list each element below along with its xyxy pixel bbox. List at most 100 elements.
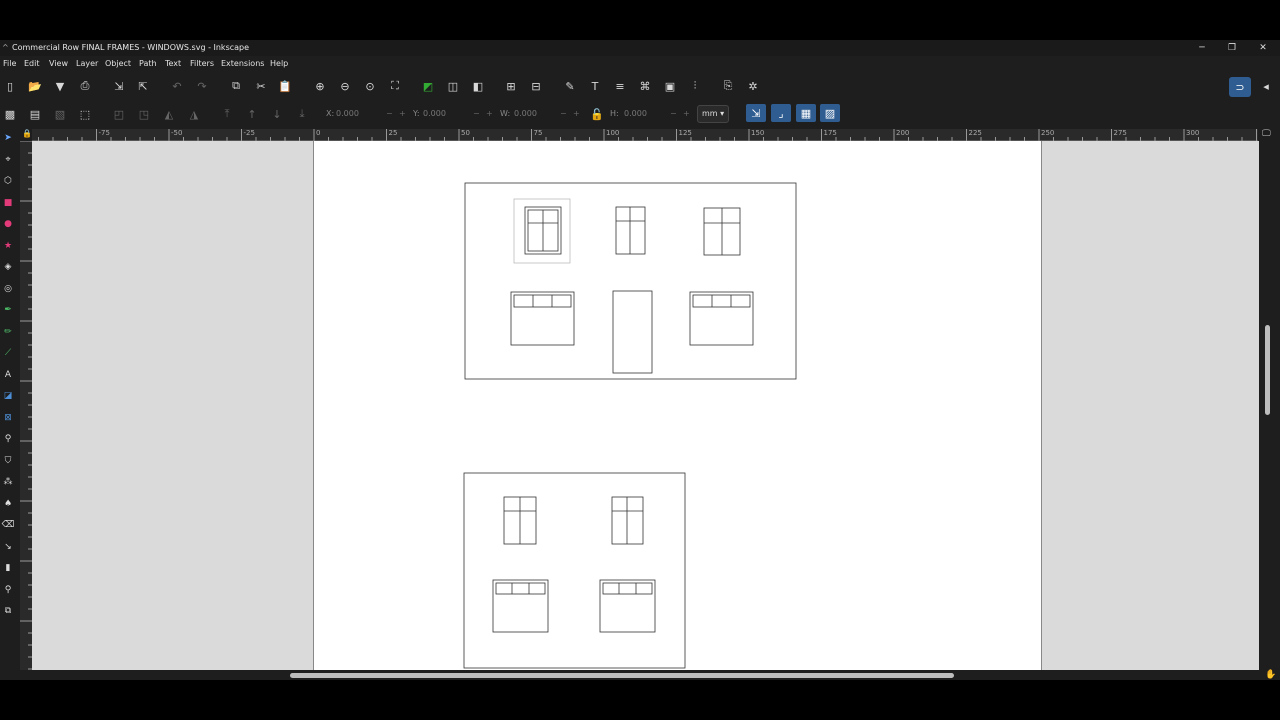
scale-stroke-icon[interactable]: ⇲ bbox=[746, 104, 766, 122]
h-field[interactable]: H: 0.000 − + bbox=[610, 105, 692, 122]
import-icon[interactable]: ⇲ bbox=[111, 78, 127, 94]
connector-tool-icon[interactable]: ↘ bbox=[1, 540, 15, 554]
menu-extensions[interactable]: Extensions bbox=[221, 56, 264, 71]
ungroup-icon[interactable]: ⊟ bbox=[528, 78, 544, 94]
lock-ratio-icon[interactable]: 🔓 bbox=[589, 106, 605, 122]
objects-icon[interactable]: ▣ bbox=[662, 78, 678, 94]
x-input[interactable]: 0.000 bbox=[336, 105, 384, 122]
menu-edit[interactable]: Edit bbox=[24, 56, 40, 71]
raise-icon[interactable]: ↑ bbox=[244, 106, 260, 122]
lower-to-bottom-icon[interactable]: ⤓ bbox=[294, 106, 310, 122]
zoom-tool-icon[interactable]: ⚲ bbox=[1, 583, 15, 597]
measure-tool-icon[interactable]: ▮ bbox=[1, 561, 15, 575]
window-large-2[interactable] bbox=[689, 291, 754, 346]
display-mode-icon[interactable]: 🖵 bbox=[1262, 129, 1271, 139]
maximize-button[interactable]: ❐ bbox=[1217, 40, 1247, 56]
vertical-scrollbar-thumb[interactable] bbox=[1265, 325, 1270, 415]
horizontal-ruler[interactable]: -75 -50 -25 0 25 50 75 100 125 150 175 200 225 250 275… bbox=[32, 129, 1258, 141]
minimize-button[interactable]: ─ bbox=[1187, 40, 1217, 56]
w-increment-button[interactable]: + bbox=[573, 105, 580, 122]
h-decrement-button[interactable]: − bbox=[670, 105, 677, 122]
layers-icon[interactable]: ≡ bbox=[612, 78, 628, 94]
zoom-page-icon[interactable]: ⊙ bbox=[362, 78, 378, 94]
redo-icon[interactable]: ↷ bbox=[194, 78, 210, 94]
building-frame-bottom[interactable] bbox=[463, 472, 686, 669]
eraser-tool-icon[interactable]: ⌫ bbox=[1, 518, 15, 532]
fill-stroke-icon[interactable]: ✎ bbox=[562, 78, 578, 94]
calligraphy-tool-icon[interactable]: ⟋ bbox=[1, 346, 15, 360]
y-input[interactable]: 0.000 bbox=[423, 105, 471, 122]
vertical-ruler[interactable] bbox=[20, 141, 32, 671]
w-decrement-button[interactable]: − bbox=[560, 105, 567, 122]
menu-help[interactable]: Help bbox=[270, 56, 288, 71]
new-document-icon[interactable]: ▯ bbox=[2, 78, 18, 94]
zoom-page-width-icon[interactable]: ⛶ bbox=[387, 78, 403, 94]
y-increment-button[interactable]: + bbox=[486, 105, 493, 122]
clone-icon[interactable]: ◫ bbox=[445, 78, 461, 94]
menu-layer[interactable]: Layer bbox=[76, 56, 98, 71]
menu-object[interactable]: Object bbox=[105, 56, 131, 71]
w-input[interactable]: 0.000 bbox=[514, 105, 562, 122]
window-large-1[interactable] bbox=[510, 291, 575, 346]
building-frame-top[interactable] bbox=[464, 182, 797, 380]
star-tool-icon[interactable]: ★ bbox=[1, 239, 15, 253]
selector-tool-icon[interactable]: ➤ bbox=[1, 131, 15, 145]
duplicate-icon[interactable]: ◩ bbox=[420, 78, 436, 94]
save-icon[interactable]: ▼ bbox=[52, 78, 68, 94]
scale-corners-icon[interactable]: ⌟ bbox=[771, 104, 791, 122]
w-field[interactable]: W: 0.000 − + bbox=[500, 105, 582, 122]
tweak-tool-icon[interactable]: ⬡ bbox=[1, 174, 15, 188]
window-large-4[interactable] bbox=[599, 579, 656, 633]
ellipse-tool-icon[interactable]: ● bbox=[1, 217, 15, 231]
pan-hand-icon[interactable]: ✋ bbox=[1265, 670, 1276, 680]
transform-patterns-icon[interactable]: ▨ bbox=[820, 104, 840, 122]
flip-vertical-icon[interactable]: ◮ bbox=[186, 106, 202, 122]
window-small-4[interactable] bbox=[503, 496, 537, 545]
canvas[interactable] bbox=[32, 141, 1259, 671]
select-all-layers-icon[interactable]: ▤ bbox=[27, 106, 43, 122]
unit-select[interactable]: mm ▾ bbox=[697, 105, 729, 123]
select-all-icon[interactable]: ▩ bbox=[2, 106, 18, 122]
window-small-2[interactable] bbox=[615, 206, 646, 255]
3d-box-tool-icon[interactable]: ◈ bbox=[1, 260, 15, 274]
document-properties-icon[interactable]: ⎘ bbox=[720, 78, 736, 94]
flip-horizontal-icon[interactable]: ◭ bbox=[161, 106, 177, 122]
x-increment-button[interactable]: + bbox=[399, 105, 406, 122]
pencil-tool-icon[interactable]: ✏ bbox=[1, 325, 15, 339]
toggle-transform-icon[interactable]: ⬚ bbox=[77, 106, 93, 122]
deselect-icon[interactable]: ▧ bbox=[52, 106, 68, 122]
print-icon[interactable]: ⎙ bbox=[77, 78, 93, 94]
zoom-selection-icon[interactable]: ⊕ bbox=[312, 78, 328, 94]
menu-view[interactable]: View bbox=[49, 56, 68, 71]
x-decrement-button[interactable]: − bbox=[386, 105, 393, 122]
drawing[interactable] bbox=[32, 141, 1259, 671]
align-distribute-icon[interactable]: ⫶ bbox=[687, 78, 703, 94]
rotate-cw-icon[interactable]: ◳ bbox=[136, 106, 152, 122]
text-tool-icon[interactable]: A bbox=[1, 368, 15, 382]
copy-icon[interactable]: ⧉ bbox=[228, 78, 244, 94]
menu-text[interactable]: Text bbox=[165, 56, 181, 71]
mesh-tool-icon[interactable]: ⊠ bbox=[1, 411, 15, 425]
window-small-1[interactable] bbox=[524, 206, 562, 255]
menu-path[interactable]: Path bbox=[139, 56, 157, 71]
close-button[interactable]: ✕ bbox=[1248, 40, 1278, 56]
preferences-icon[interactable]: ✲ bbox=[745, 78, 761, 94]
window-small-3[interactable] bbox=[703, 207, 741, 256]
gradient-tool-icon[interactable]: ◪ bbox=[1, 389, 15, 403]
y-decrement-button[interactable]: − bbox=[473, 105, 480, 122]
spray-paint-tool-icon[interactable]: ♠ bbox=[1, 497, 15, 511]
open-file-icon[interactable]: 📂 bbox=[27, 78, 43, 94]
lower-icon[interactable]: ↓ bbox=[269, 106, 285, 122]
horizontal-scrollbar-thumb[interactable] bbox=[290, 673, 954, 678]
transform-gradients-icon[interactable]: ▦ bbox=[796, 104, 816, 122]
y-field[interactable]: Y: 0.000 − + bbox=[413, 105, 495, 122]
undo-icon[interactable]: ↶ bbox=[169, 78, 185, 94]
pen-tool-icon[interactable]: ✒ bbox=[1, 303, 15, 317]
cut-icon[interactable]: ✂ bbox=[253, 78, 269, 94]
dropper-tool-icon[interactable]: ⚲ bbox=[1, 432, 15, 446]
spray-tool-icon[interactable]: ⁂ bbox=[1, 475, 15, 489]
spiral-tool-icon[interactable]: ◎ bbox=[1, 282, 15, 296]
window-small-5[interactable] bbox=[611, 496, 644, 545]
group-icon[interactable]: ⊞ bbox=[503, 78, 519, 94]
raise-to-top-icon[interactable]: ⤒ bbox=[219, 106, 235, 122]
